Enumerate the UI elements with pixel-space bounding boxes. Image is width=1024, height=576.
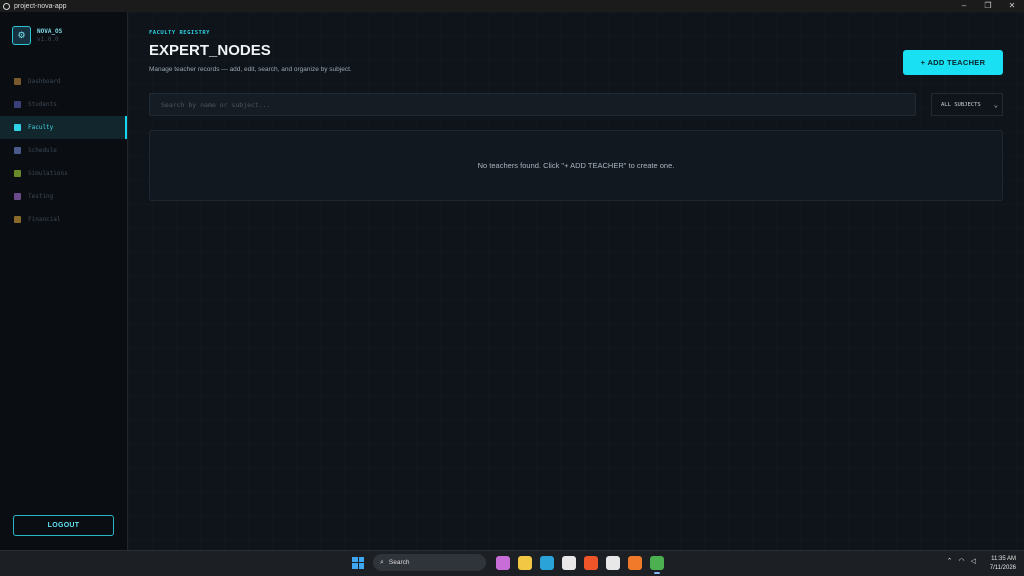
subject-filter-value: ALL SUBJECTS [941,101,981,108]
faculty-icon [14,124,21,131]
chevron-up-icon[interactable]: ⌃ [947,557,953,565]
search-box [149,93,916,116]
brand-subtitle: v1.0.0 [37,35,59,43]
store-icon[interactable] [562,555,576,570]
brand: ⚙ NOVA_OS v1.0.0 [12,26,62,45]
students-icon [14,101,21,108]
firefox-icon[interactable] [628,555,642,570]
file-explorer-icon[interactable] [518,555,532,570]
sidebar-item-schedule[interactable]: Schedule [0,139,127,162]
sidebar-item-simulations[interactable]: Simulations [0,162,127,185]
clock-date: 7/11/2026 [989,565,1016,571]
sidebar-item-label: Faculty [28,124,54,131]
sidebar-item-financial[interactable]: Financial [0,208,127,231]
sidebar-item-label: Simulations [28,170,68,177]
money-bag-icon [14,216,21,223]
clock[interactable]: 11:35 AM 7/11/2026 [990,555,1016,573]
logout-button[interactable]: LOGOUT [13,515,114,536]
sidebar: ⚙ NOVA_OS v1.0.0 Dashboard Students Facult… [0,12,128,550]
document-icon [14,193,21,200]
windows-start-icon[interactable] [352,556,364,569]
taskbar-search[interactable]: ⌕ Search [373,554,486,571]
sidebar-item-label: Testing [28,193,54,200]
sidebar-item-testing[interactable]: Testing [0,185,127,208]
sidebar-item-students[interactable]: Students [0,93,127,116]
add-teacher-button[interactable]: + ADD TEACHER [903,50,1003,75]
copilot-icon[interactable] [496,555,510,570]
app-icon[interactable] [606,555,620,570]
brand-logo-icon: ⚙ [12,26,31,45]
clock-time: 11:35 AM [991,556,1016,562]
chevron-down-icon: ⌄ [993,100,998,109]
calendar-icon [14,147,21,154]
taskbar-search-label: Search [388,559,410,566]
wifi-icon[interactable]: ◠ [959,557,965,565]
window-titlebar: project-nova-app – ❐ ✕ [0,0,1024,12]
brand-name: NOVA_OS [37,27,63,35]
empty-state-message: No teachers found. Click "+ ADD TEACHER"… [477,161,675,170]
pencil-icon [14,170,21,177]
sidebar-item-faculty[interactable]: Faculty [0,116,127,139]
search-icon: ⌕ [380,558,384,566]
close-button[interactable]: ✕ [1000,0,1024,12]
page-subtitle: Manage teacher records — add, edit, sear… [149,66,352,73]
edge-icon[interactable] [540,555,554,570]
dashboard-icon [14,78,21,85]
sidebar-item-label: Students [28,101,57,108]
sidebar-nav: Dashboard Students Faculty Schedule Simulati… [0,70,127,231]
window-title: project-nova-app [14,2,67,10]
sidebar-item-label: Financial [28,216,61,223]
app-icon [3,2,10,10]
subject-filter-select[interactable]: ALL SUBJECTS ⌄ [931,93,1003,116]
main-content: FACULTY REGISTRY EXPERT_NODES Manage tea… [128,12,1024,550]
sidebar-item-label: Schedule [28,147,57,154]
chrome-icon[interactable] [650,555,664,574]
volume-icon[interactable]: ◁ [971,557,976,565]
empty-state-panel: No teachers found. Click "+ ADD TEACHER"… [149,130,1003,201]
sidebar-item-label: Dashboard [28,78,61,85]
sidebar-item-dashboard[interactable]: Dashboard [0,70,127,93]
window-controls: – ❐ ✕ [952,0,1024,12]
brave-icon[interactable] [584,555,598,570]
restore-button[interactable]: ❐ [976,0,1000,12]
minimize-button[interactable]: – [952,0,976,12]
search-input[interactable] [159,99,915,110]
section-eyebrow: FACULTY REGISTRY [149,30,210,36]
taskbar: ⌕ Search ⌃ ◠ ◁ 11:35 AM 7/11/2026 [0,550,1024,576]
page-title: EXPERT_NODES [149,42,271,59]
system-tray: ⌃ ◠ ◁ [947,557,976,565]
